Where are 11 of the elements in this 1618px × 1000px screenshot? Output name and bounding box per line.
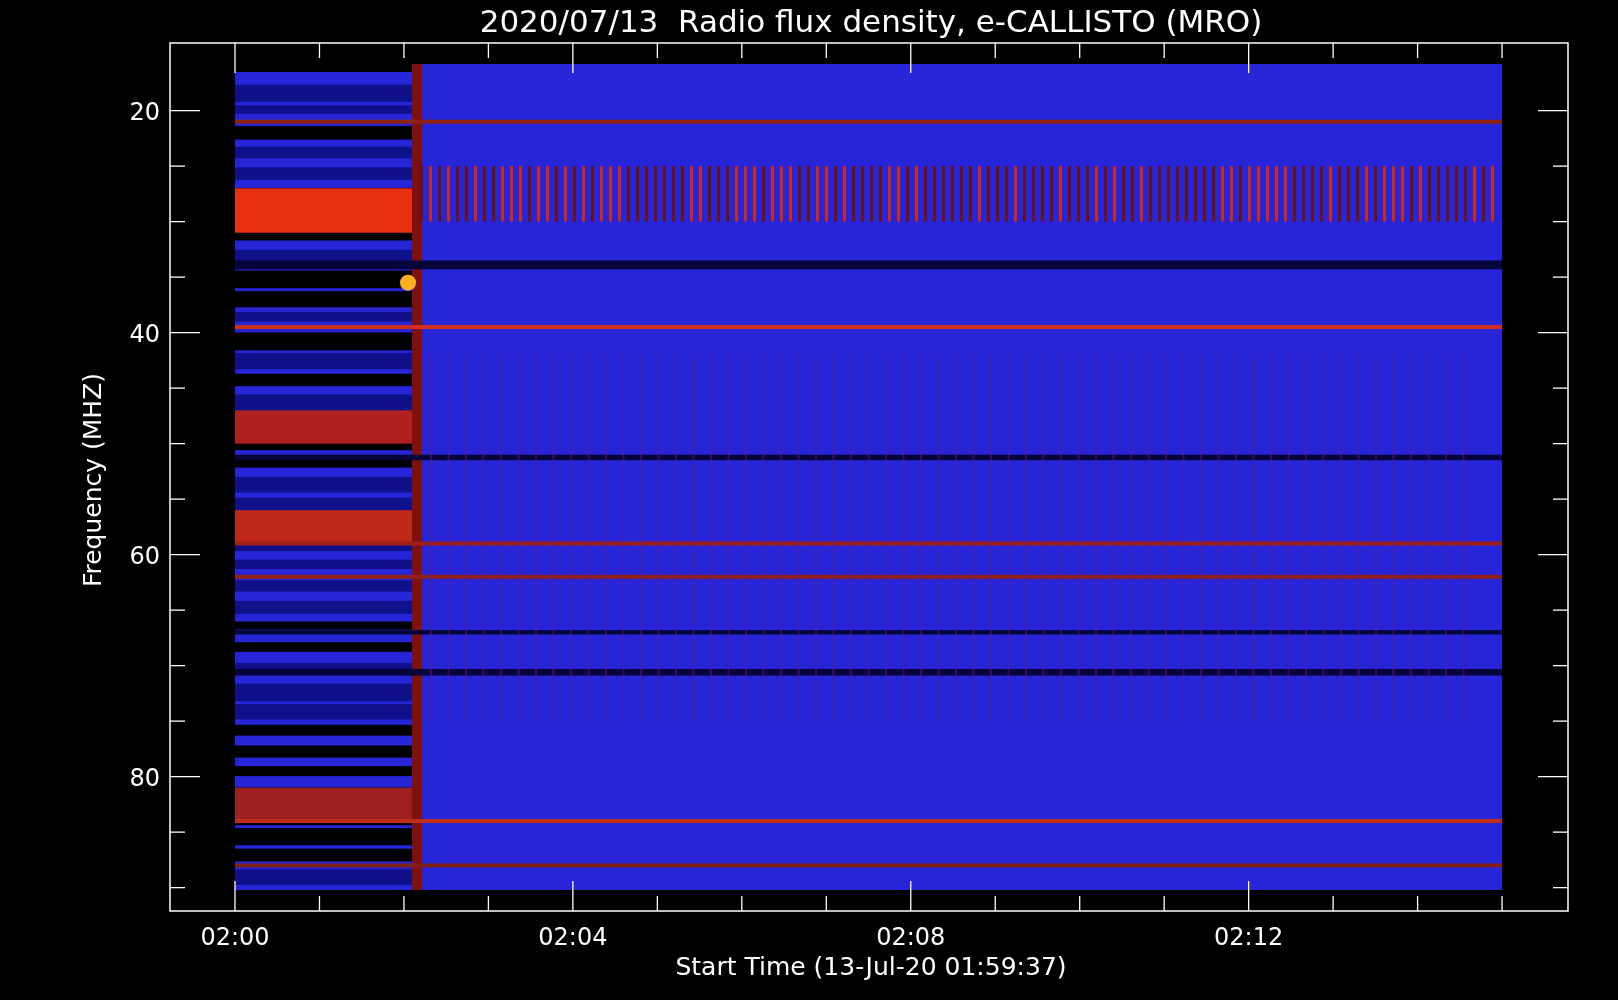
axis-label: Start Time (13-Jul-20 01:59:37): [675, 952, 1067, 981]
axis-tick-label: 02:08: [876, 923, 946, 951]
axis-tick-label: 02:00: [200, 923, 270, 951]
plot-title: 2020/07/13 Radio flux density, e-CALLISTO (MRO): [479, 3, 1263, 39]
axis-tick-label: 02:04: [538, 923, 608, 951]
axis-tick-label: 40: [129, 319, 160, 348]
axis-tick-label: 02:12: [1214, 923, 1284, 951]
axis-tick-label: 60: [129, 541, 160, 570]
axis-label: Frequency (MHZ): [78, 372, 107, 588]
axis-tick-label: 20: [129, 97, 160, 126]
axis-tick-label: 80: [129, 763, 160, 792]
